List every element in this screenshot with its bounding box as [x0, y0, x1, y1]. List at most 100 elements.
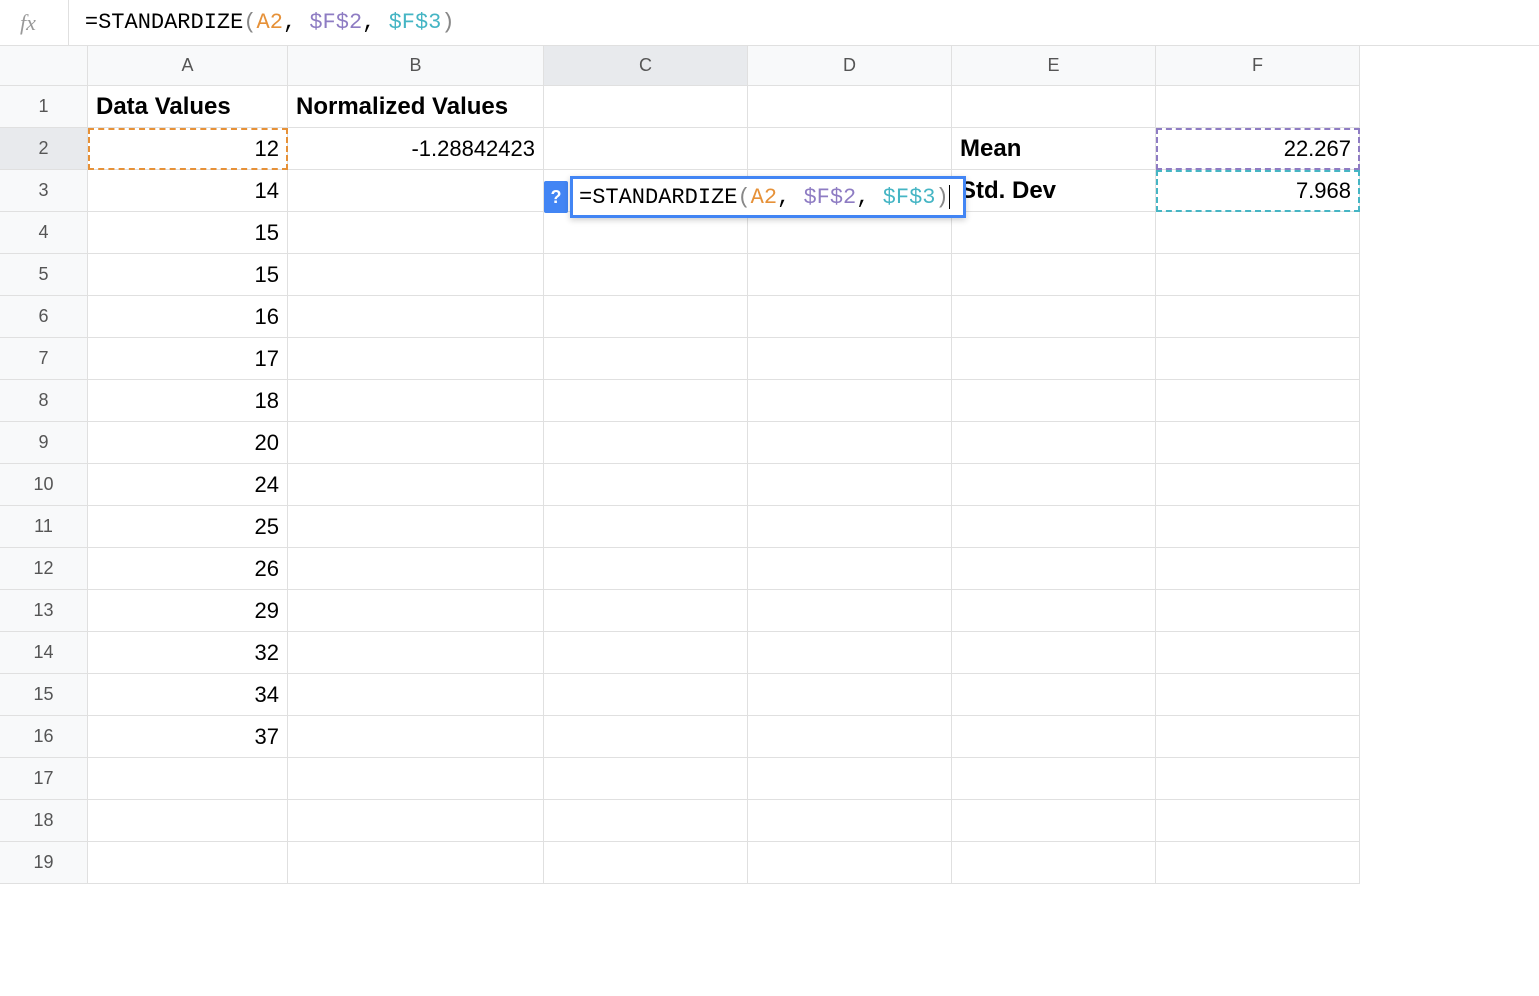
cell-B1[interactable]: Normalized Values: [288, 86, 544, 128]
spreadsheet[interactable]: A B C D E F 1Data ValuesNormalized Value…: [0, 46, 1539, 884]
cell-A9[interactable]: 20: [88, 422, 288, 464]
cell-F2[interactable]: 22.267: [1156, 128, 1360, 170]
cell-D14[interactable]: [748, 632, 952, 674]
cell-E15[interactable]: [952, 674, 1156, 716]
row-header[interactable]: 19: [0, 842, 88, 884]
col-header-E[interactable]: E: [952, 46, 1156, 86]
cell-C16[interactable]: [544, 716, 748, 758]
cell-E18[interactable]: [952, 800, 1156, 842]
cell-E6[interactable]: [952, 296, 1156, 338]
row-header[interactable]: 15: [0, 674, 88, 716]
cell-B17[interactable]: [288, 758, 544, 800]
cell-B8[interactable]: [288, 380, 544, 422]
cell-A11[interactable]: 25: [88, 506, 288, 548]
row-header[interactable]: 13: [0, 590, 88, 632]
cell-F8[interactable]: [1156, 380, 1360, 422]
cell-B11[interactable]: [288, 506, 544, 548]
cell-C4[interactable]: [544, 212, 748, 254]
formula-bar[interactable]: fx =STANDARDIZE(A2, $F$2, $F$3): [0, 0, 1539, 46]
cell-B13[interactable]: [288, 590, 544, 632]
cell-E14[interactable]: [952, 632, 1156, 674]
cell-A7[interactable]: 17: [88, 338, 288, 380]
cell-D9[interactable]: [748, 422, 952, 464]
cell-A12[interactable]: 26: [88, 548, 288, 590]
cell-B16[interactable]: [288, 716, 544, 758]
cell-D4[interactable]: [748, 212, 952, 254]
cell-F3[interactable]: 7.968: [1156, 170, 1360, 212]
row-header[interactable]: 12: [0, 548, 88, 590]
cell-D16[interactable]: [748, 716, 952, 758]
cell-B6[interactable]: [288, 296, 544, 338]
cell-F12[interactable]: [1156, 548, 1360, 590]
cell-F9[interactable]: [1156, 422, 1360, 464]
cell-A6[interactable]: 16: [88, 296, 288, 338]
row-header[interactable]: 14: [0, 632, 88, 674]
cell-D6[interactable]: [748, 296, 952, 338]
cell-E13[interactable]: [952, 590, 1156, 632]
cell-D17[interactable]: [748, 758, 952, 800]
formula-input[interactable]: =STANDARDIZE(A2, $F$2, $F$3): [68, 0, 455, 45]
cell-A10[interactable]: 24: [88, 464, 288, 506]
col-header-F[interactable]: F: [1156, 46, 1360, 86]
cell-F13[interactable]: [1156, 590, 1360, 632]
cell-E5[interactable]: [952, 254, 1156, 296]
row-header[interactable]: 7: [0, 338, 88, 380]
cell-E17[interactable]: [952, 758, 1156, 800]
cell-editor[interactable]: =STANDARDIZE(A2, $F$2, $F$3): [570, 176, 966, 218]
cell-E3[interactable]: Std. Dev: [952, 170, 1156, 212]
cell-D8[interactable]: [748, 380, 952, 422]
cell-F19[interactable]: [1156, 842, 1360, 884]
cell-A5[interactable]: 15: [88, 254, 288, 296]
cell-D1[interactable]: [748, 86, 952, 128]
cell-D11[interactable]: [748, 506, 952, 548]
row-header[interactable]: 5: [0, 254, 88, 296]
cell-E2[interactable]: Mean: [952, 128, 1156, 170]
cell-C10[interactable]: [544, 464, 748, 506]
row-header[interactable]: 16: [0, 716, 88, 758]
cell-C12[interactable]: [544, 548, 748, 590]
cell-B12[interactable]: [288, 548, 544, 590]
cell-D19[interactable]: [748, 842, 952, 884]
cell-C6[interactable]: [544, 296, 748, 338]
cell-D5[interactable]: [748, 254, 952, 296]
cell-E12[interactable]: [952, 548, 1156, 590]
row-header[interactable]: 6: [0, 296, 88, 338]
cell-C13[interactable]: [544, 590, 748, 632]
cell-F14[interactable]: [1156, 632, 1360, 674]
cell-A14[interactable]: 32: [88, 632, 288, 674]
cell-A19[interactable]: [88, 842, 288, 884]
col-header-B[interactable]: B: [288, 46, 544, 86]
cell-B7[interactable]: [288, 338, 544, 380]
cell-A18[interactable]: [88, 800, 288, 842]
cell-E1[interactable]: [952, 86, 1156, 128]
cell-D15[interactable]: [748, 674, 952, 716]
cell-B4[interactable]: [288, 212, 544, 254]
cell-F5[interactable]: [1156, 254, 1360, 296]
cell-A4[interactable]: 15: [88, 212, 288, 254]
cell-B15[interactable]: [288, 674, 544, 716]
cell-D7[interactable]: [748, 338, 952, 380]
cell-F11[interactable]: [1156, 506, 1360, 548]
cell-B19[interactable]: [288, 842, 544, 884]
cell-C1[interactable]: [544, 86, 748, 128]
cell-D18[interactable]: [748, 800, 952, 842]
cell-E11[interactable]: [952, 506, 1156, 548]
cell-F4[interactable]: [1156, 212, 1360, 254]
cell-A15[interactable]: 34: [88, 674, 288, 716]
cell-B5[interactable]: [288, 254, 544, 296]
cell-C18[interactable]: [544, 800, 748, 842]
row-header[interactable]: 17: [0, 758, 88, 800]
cell-F6[interactable]: [1156, 296, 1360, 338]
cell-B10[interactable]: [288, 464, 544, 506]
cell-D12[interactable]: [748, 548, 952, 590]
cell-A3[interactable]: 14: [88, 170, 288, 212]
cell-A1[interactable]: Data Values: [88, 86, 288, 128]
row-header[interactable]: 2: [0, 128, 88, 170]
row-header[interactable]: 3: [0, 170, 88, 212]
row-header[interactable]: 8: [0, 380, 88, 422]
col-header-A[interactable]: A: [88, 46, 288, 86]
col-header-C[interactable]: C: [544, 46, 748, 86]
formula-help-icon[interactable]: ?: [544, 181, 568, 213]
cell-C5[interactable]: [544, 254, 748, 296]
cell-A8[interactable]: 18: [88, 380, 288, 422]
